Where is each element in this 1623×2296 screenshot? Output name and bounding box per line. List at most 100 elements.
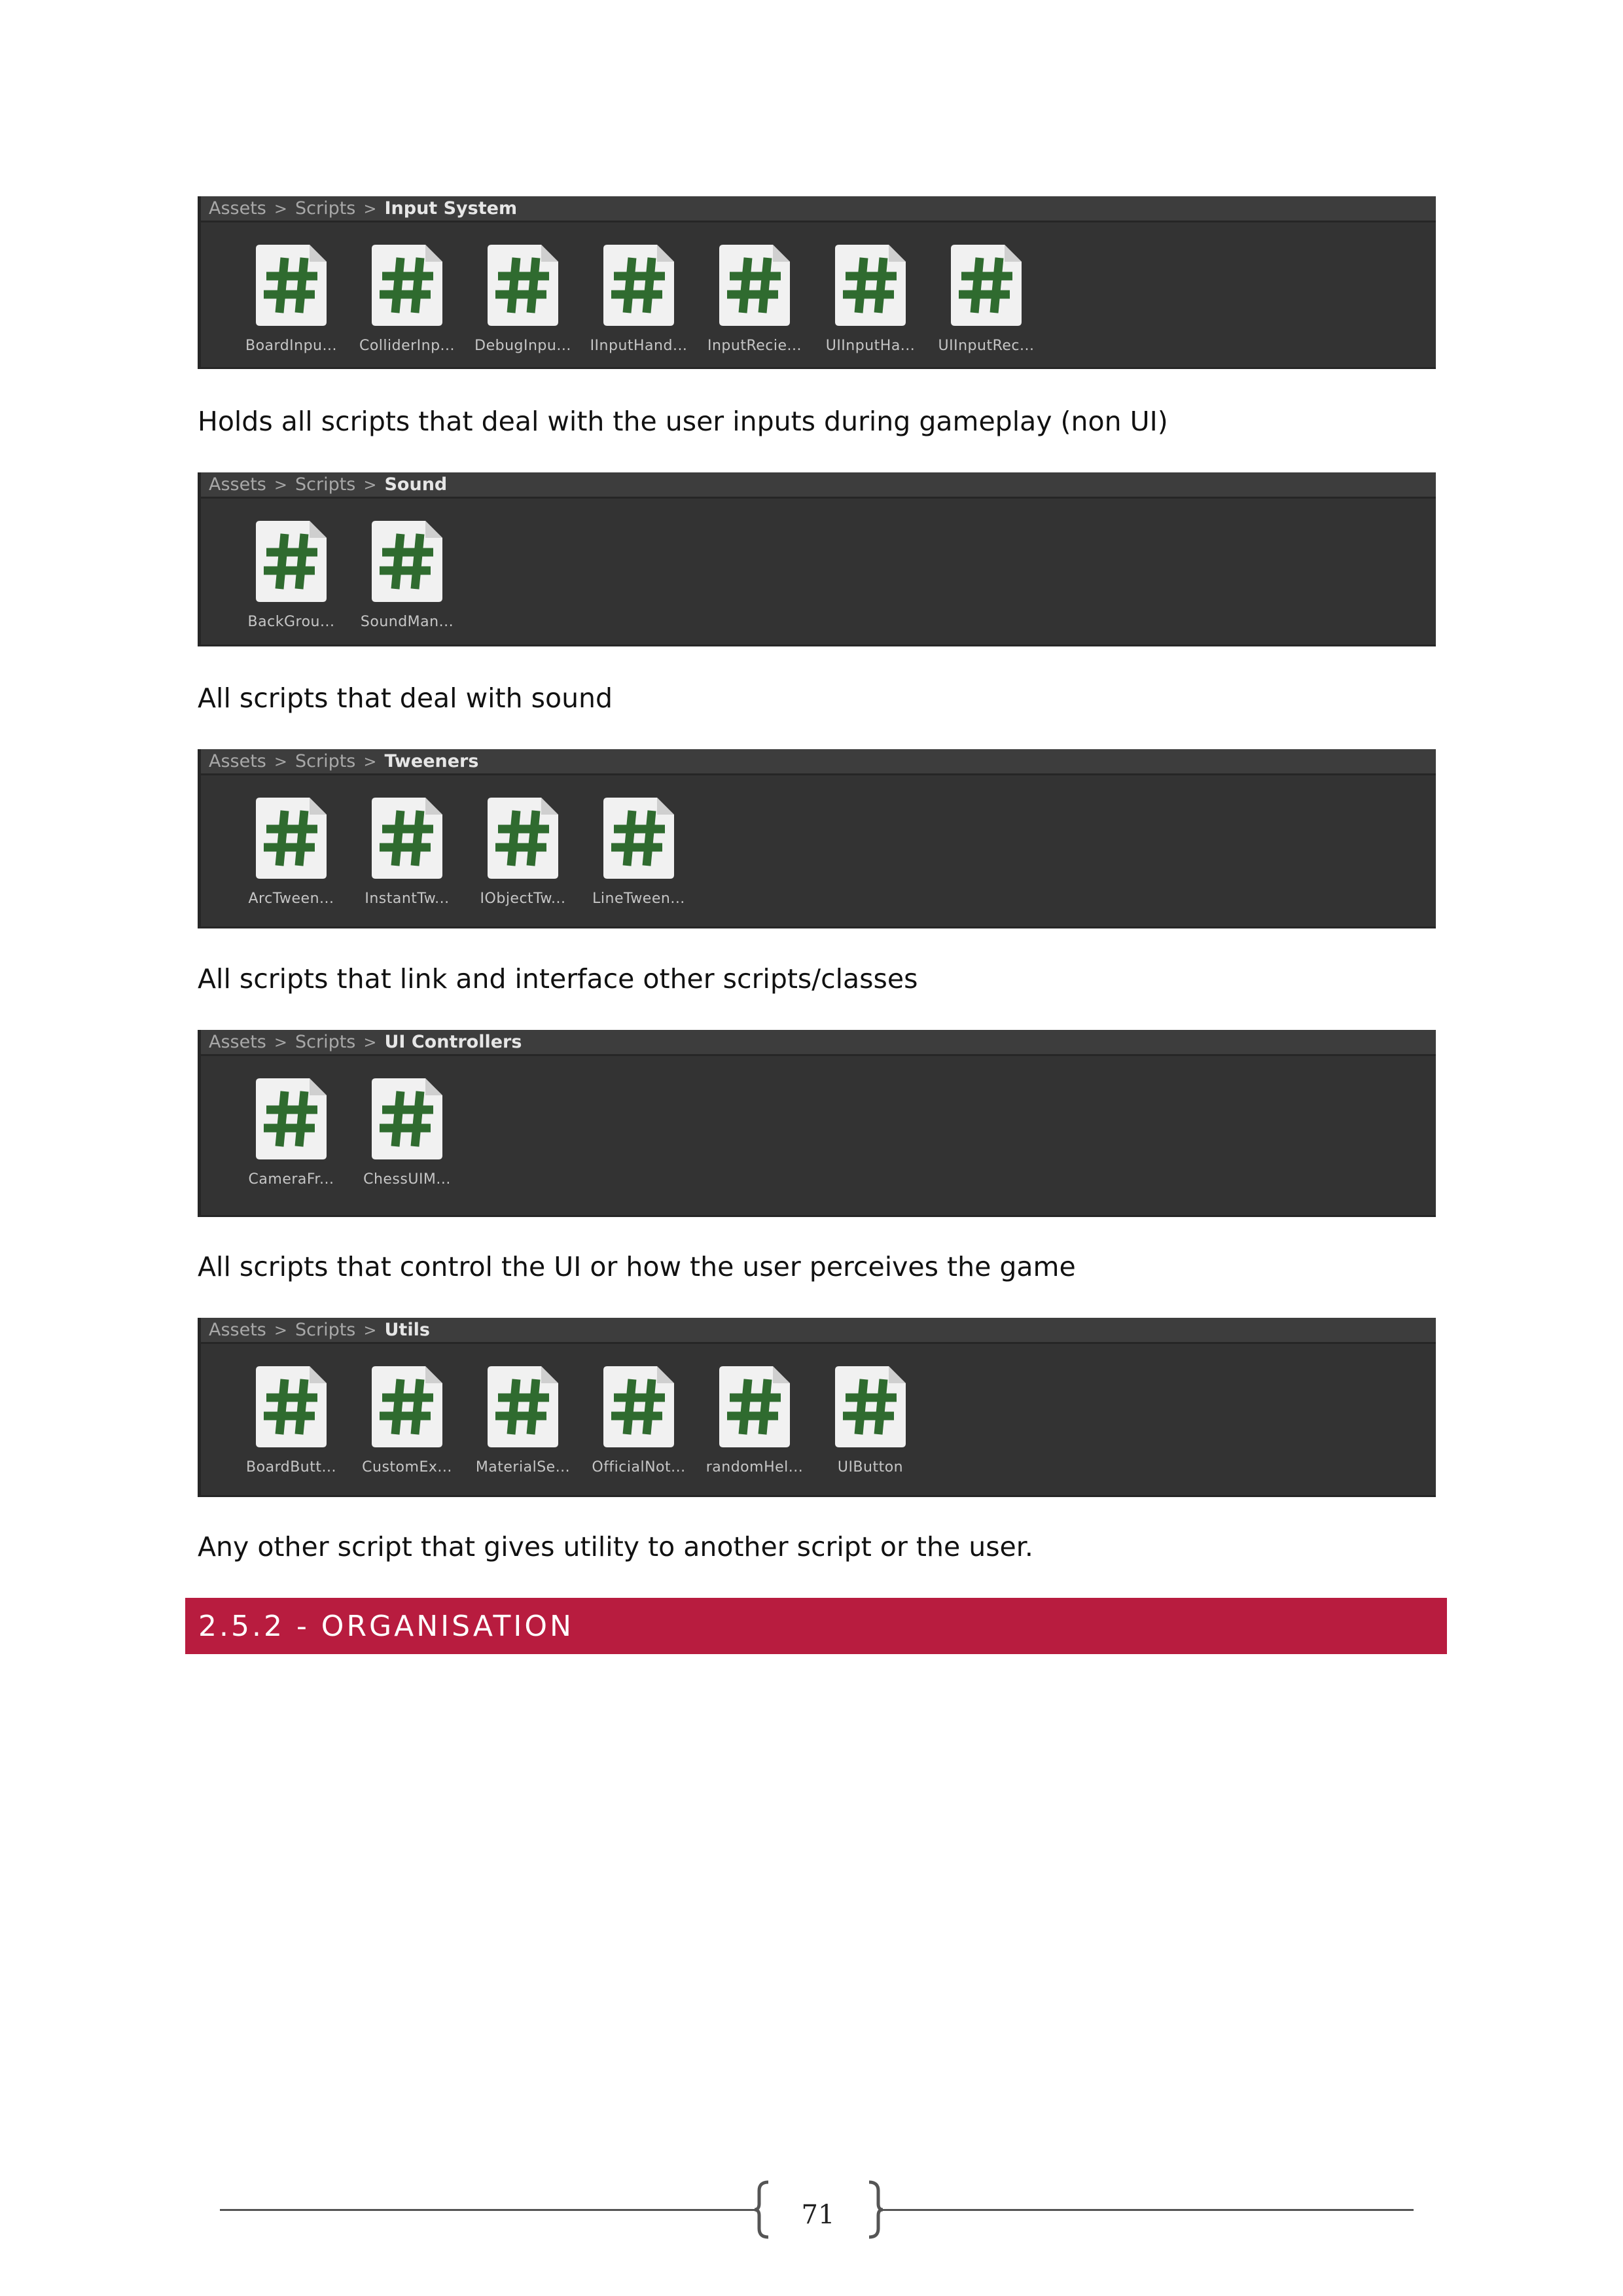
csharp-script-icon xyxy=(256,1078,327,1159)
breadcrumb-assets[interactable]: Assets xyxy=(209,198,266,219)
file-name-label: ArcTween... xyxy=(248,891,334,907)
script-file[interactable]: LineTween... xyxy=(581,795,696,907)
breadcrumb-assets[interactable]: Assets xyxy=(209,474,266,495)
file-name-label: ColliderInp... xyxy=(359,338,455,354)
csharp-script-icon xyxy=(372,798,442,879)
file-name-label: randomHel... xyxy=(705,1459,804,1475)
breadcrumb: Assets > Scripts > Sound xyxy=(201,472,1436,499)
file-name-label: OfficialNot... xyxy=(592,1459,686,1475)
chevron-right-icon: > xyxy=(274,1320,287,1339)
file-name-label: BoardInpu... xyxy=(245,338,337,354)
script-file[interactable]: ColliderInp... xyxy=(349,242,465,354)
csharp-script-icon xyxy=(256,798,327,879)
breadcrumb-current: Tweeners xyxy=(384,751,479,771)
file-name-label: ChessUIM... xyxy=(363,1171,451,1188)
project-browser-panel-input-system: Assets > Scripts > Input System BoardInpu.… xyxy=(198,196,1436,369)
script-file[interactable]: UIInputRec... xyxy=(929,242,1044,354)
chevron-right-icon: > xyxy=(274,475,287,494)
csharp-script-icon xyxy=(256,245,327,326)
script-file[interactable]: ArcTween... xyxy=(234,795,349,907)
script-file[interactable]: BoardButt... xyxy=(234,1364,349,1475)
csharp-script-icon xyxy=(488,1366,558,1447)
csharp-script-icon xyxy=(951,245,1022,326)
file-name-label: DebugInpu... xyxy=(474,338,571,354)
breadcrumb-current: Utils xyxy=(384,1320,430,1340)
breadcrumb: Assets > Scripts > Utils xyxy=(201,1318,1436,1344)
script-file[interactable]: InstantTw... xyxy=(349,795,465,907)
breadcrumb-current: Input System xyxy=(384,198,518,219)
script-file[interactable]: BoardInpu... xyxy=(234,242,349,354)
script-file[interactable]: CameraFr... xyxy=(234,1076,349,1188)
script-file[interactable]: OfficialNot... xyxy=(581,1364,696,1475)
page-number: 71 xyxy=(801,2200,835,2230)
project-browser-panel-ui-controllers: Assets > Scripts > UI Controllers CameraFr… xyxy=(198,1030,1436,1217)
file-name-label: UIInputHa... xyxy=(825,338,916,354)
csharp-script-icon xyxy=(719,245,790,326)
csharp-script-icon xyxy=(372,1078,442,1159)
csharp-script-icon xyxy=(256,521,327,602)
chevron-right-icon: > xyxy=(363,475,377,494)
csharp-script-icon xyxy=(835,1366,906,1447)
csharp-script-icon xyxy=(372,1366,442,1447)
caption-input-system: Holds all scripts that deal with the use… xyxy=(198,406,1168,437)
section-heading: 2.5.2 - ORGANISATION xyxy=(185,1598,1447,1654)
breadcrumb: Assets > Scripts > UI Controllers xyxy=(201,1030,1436,1056)
file-name-label: UIInputRec... xyxy=(938,338,1035,354)
breadcrumb-scripts[interactable]: Scripts xyxy=(295,474,355,495)
breadcrumb-assets[interactable]: Assets xyxy=(209,1032,266,1052)
csharp-script-icon xyxy=(603,798,674,879)
chevron-right-icon: > xyxy=(363,199,377,218)
chevron-right-icon: > xyxy=(274,199,287,218)
project-browser-panel-tweeners: Assets > Scripts > Tweeners ArcTween... Ins… xyxy=(198,749,1436,928)
footer-rule-left xyxy=(220,2209,757,2211)
csharp-script-icon xyxy=(603,1366,674,1447)
script-file[interactable]: MaterialSe... xyxy=(465,1364,580,1475)
file-name-label: InputRecie... xyxy=(707,338,802,354)
chevron-right-icon: > xyxy=(274,752,287,771)
script-file[interactable]: SoundMan... xyxy=(349,518,465,630)
chevron-right-icon: > xyxy=(363,1033,377,1051)
script-file[interactable]: randomHel... xyxy=(697,1364,812,1475)
script-file[interactable]: InputRecie... xyxy=(697,242,812,354)
csharp-script-icon xyxy=(835,245,906,326)
footer-rule-right xyxy=(881,2209,1414,2211)
file-name-label: IInputHand... xyxy=(590,338,688,354)
file-name-label: BoardButt... xyxy=(246,1459,336,1475)
file-name-label: BackGrou... xyxy=(247,614,335,630)
script-file[interactable]: ChessUIM... xyxy=(349,1076,465,1188)
caption-tweeners: All scripts that link and interface othe… xyxy=(198,963,918,995)
csharp-script-icon xyxy=(488,798,558,879)
breadcrumb: Assets > Scripts > Input System xyxy=(201,196,1436,222)
breadcrumb-scripts[interactable]: Scripts xyxy=(295,1320,355,1340)
script-file[interactable]: CustomEx... xyxy=(349,1364,465,1475)
breadcrumb-assets[interactable]: Assets xyxy=(209,751,266,771)
file-name-label: IObjectTw... xyxy=(480,891,566,907)
csharp-script-icon xyxy=(603,245,674,326)
file-name-label: UIButton xyxy=(837,1459,904,1475)
file-name-label: LineTween... xyxy=(592,891,685,907)
script-file[interactable]: UIButton xyxy=(813,1364,928,1475)
file-name-label: MaterialSe... xyxy=(475,1459,571,1475)
file-name-label: InstantTw... xyxy=(365,891,450,907)
caption-ui-controllers: All scripts that control the UI or how t… xyxy=(198,1251,1076,1282)
script-file[interactable]: IObjectTw... xyxy=(465,795,580,907)
script-file[interactable]: DebugInpu... xyxy=(465,242,580,354)
breadcrumb: Assets > Scripts > Tweeners xyxy=(201,749,1436,775)
csharp-script-icon xyxy=(372,521,442,602)
script-file[interactable]: UIInputHa... xyxy=(813,242,928,354)
breadcrumb-assets[interactable]: Assets xyxy=(209,1320,266,1340)
project-browser-panel-sound: Assets > Scripts > Sound BackGrou... SoundM… xyxy=(198,472,1436,646)
file-name-label: CameraFr... xyxy=(248,1171,334,1188)
file-name-label: CustomEx... xyxy=(362,1459,452,1475)
csharp-script-icon xyxy=(372,245,442,326)
script-file[interactable]: BackGrou... xyxy=(234,518,349,630)
breadcrumb-scripts[interactable]: Scripts xyxy=(295,751,355,771)
breadcrumb-scripts[interactable]: Scripts xyxy=(295,1032,355,1052)
file-name-label: SoundMan... xyxy=(360,614,454,630)
chevron-right-icon: > xyxy=(363,752,377,771)
breadcrumb-scripts[interactable]: Scripts xyxy=(295,198,355,219)
script-file[interactable]: IInputHand... xyxy=(581,242,696,354)
csharp-script-icon xyxy=(256,1366,327,1447)
chevron-right-icon: > xyxy=(363,1320,377,1339)
chevron-right-icon: > xyxy=(274,1033,287,1051)
